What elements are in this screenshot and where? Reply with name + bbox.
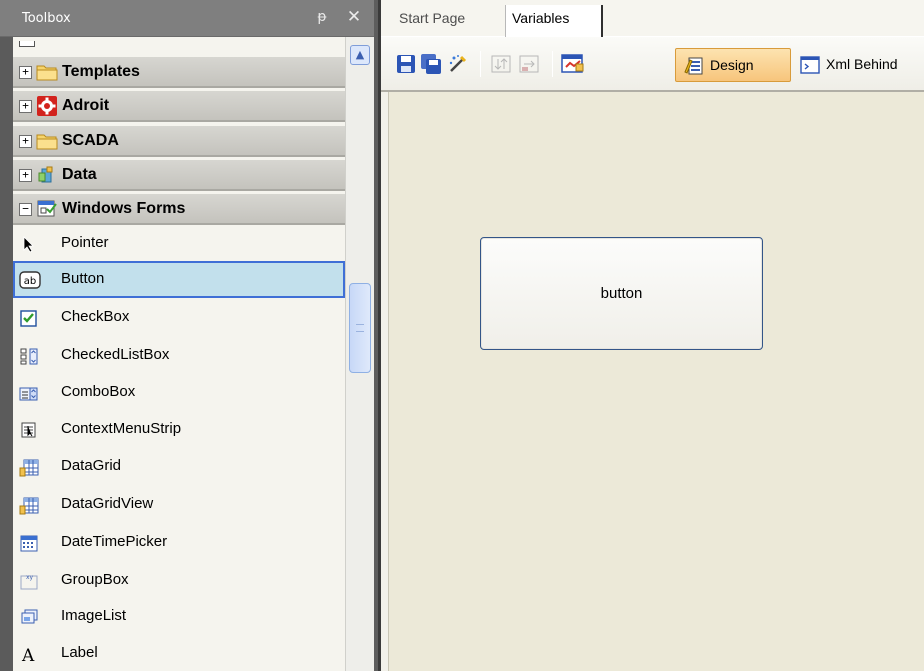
category-templates[interactable]: + Templates — [13, 57, 345, 88]
datetimepicker-icon — [19, 533, 39, 553]
category-windows-forms[interactable]: − Windows Forms — [13, 194, 345, 225]
toolbox-titlebar: Toolbox ᵽ ✕ — [0, 0, 374, 37]
category-label: SCADA — [62, 132, 119, 149]
grip-icon — [356, 324, 364, 332]
import-disabled-icon — [490, 53, 512, 75]
close-icon[interactable]: ✕ — [345, 8, 363, 26]
tool-item-checkbox[interactable]: CheckBox — [13, 299, 345, 336]
category-label: Windows Forms — [62, 200, 186, 217]
combobox-icon — [19, 383, 39, 403]
toolbar-separator — [480, 51, 481, 77]
expand-icon[interactable]: + — [19, 169, 32, 182]
tool-item-button[interactable]: ab Button — [13, 261, 345, 298]
datagrid-icon — [19, 457, 39, 477]
button-ab-icon: ab — [19, 270, 41, 290]
tab-start-page[interactable]: Start Page — [393, 5, 509, 37]
datagridview-icon — [19, 495, 39, 515]
collapse-icon[interactable]: − — [19, 203, 32, 216]
expand-icon[interactable]: + — [19, 135, 32, 148]
tab-bar: Start Page Variables — [381, 0, 924, 37]
tool-label: CheckedListBox — [61, 346, 170, 363]
windows-forms-icon — [36, 199, 58, 219]
document-area: Start Page Variables Design Xml Behind b… — [378, 0, 924, 671]
tool-item-checkedlistbox[interactable]: CheckedListBox — [13, 337, 345, 374]
design-view-button[interactable]: Design — [675, 48, 791, 82]
design-icon — [684, 56, 704, 76]
category-scada[interactable]: + SCADA — [13, 126, 345, 157]
tool-label: Button — [61, 270, 105, 287]
svg-text:xy: xy — [26, 574, 34, 581]
xml-behind-button[interactable]: Xml Behind — [796, 48, 924, 82]
toolbox-panel: Toolbox ᵽ ✕ + Templates + Adroit + SCADA… — [0, 0, 374, 671]
checked-list-box-icon — [19, 346, 39, 366]
tool-label: DateTimePicker — [61, 533, 168, 550]
context-menu-icon — [19, 420, 39, 440]
category-adroit[interactable]: + Adroit — [13, 91, 345, 122]
category-data[interactable]: + Data — [13, 160, 345, 191]
toolbox-list: + Templates + Adroit + SCADA + Data − Wi… — [13, 37, 345, 671]
checkbox-icon — [19, 308, 39, 328]
tool-item-datagrid[interactable]: DataGrid — [13, 448, 345, 485]
tool-item-datetimepicker[interactable]: DateTimePicker — [13, 524, 345, 561]
imagelist-icon — [19, 607, 39, 627]
scroll-up-icon[interactable]: ▲ — [350, 45, 370, 65]
pin-icon[interactable]: ᵽ — [314, 8, 330, 26]
tool-label: ComboBox — [61, 383, 136, 400]
xml-icon — [800, 56, 820, 74]
tool-label: Pointer — [61, 234, 109, 251]
design-canvas[interactable]: button — [388, 92, 924, 671]
scrollbar-thumb[interactable] — [349, 283, 371, 373]
properties-icon[interactable] — [561, 53, 584, 75]
category-label: Templates — [62, 63, 140, 80]
form-button-text: button — [600, 285, 643, 302]
label-icon: A — [19, 644, 39, 666]
folder-icon — [36, 62, 58, 82]
toolbar-separator — [552, 51, 553, 77]
tool-item-imagelist[interactable]: ImageList — [13, 598, 345, 635]
groupbox-icon: xy — [19, 571, 39, 591]
category-label: Adroit — [62, 97, 110, 114]
save-all-icon[interactable] — [420, 53, 442, 75]
tool-item-groupbox[interactable]: xy GroupBox — [13, 562, 345, 599]
tool-label: CheckBox — [61, 308, 130, 325]
tab-variables[interactable]: Variables — [505, 5, 603, 37]
design-label: Design — [710, 57, 754, 73]
svg-text:A: A — [21, 646, 35, 664]
tool-label: DataGrid — [61, 457, 122, 474]
svg-text:ab: ab — [24, 276, 36, 287]
tool-item-datagridview[interactable]: DataGridView — [13, 486, 345, 523]
tool-item-label[interactable]: A Label — [13, 635, 345, 671]
toolbox-title: Toolbox — [22, 11, 71, 26]
pointer-icon — [19, 234, 39, 254]
tool-item-pointer[interactable]: Pointer — [13, 225, 345, 262]
toolbox-scrollbar[interactable]: ▲ — [345, 37, 374, 671]
xml-behind-label: Xml Behind — [826, 56, 898, 72]
expand-icon[interactable]: + — [19, 100, 32, 113]
tool-label: ImageList — [61, 607, 127, 624]
tool-label: DataGridView — [61, 495, 154, 512]
tool-label: ContextMenuStrip — [61, 420, 182, 437]
tool-item-combobox[interactable]: ComboBox — [13, 374, 345, 411]
designer-toolbar: Design Xml Behind — [381, 37, 924, 92]
category-label: Data — [62, 166, 97, 183]
data-cube-icon — [36, 165, 58, 185]
tool-item-contextmenustrip[interactable]: ContextMenuStrip — [13, 411, 345, 448]
list-item-partial — [19, 41, 35, 47]
save-icon[interactable] — [395, 53, 417, 75]
expand-icon[interactable]: + — [19, 66, 32, 79]
export-disabled-icon — [518, 53, 540, 75]
form-button-control[interactable]: button — [480, 237, 763, 350]
magic-wand-icon[interactable] — [447, 53, 469, 75]
adroit-gear-icon — [36, 96, 58, 116]
tool-label: Label — [61, 644, 98, 661]
folder-icon — [36, 131, 58, 151]
tool-label: GroupBox — [61, 571, 129, 588]
